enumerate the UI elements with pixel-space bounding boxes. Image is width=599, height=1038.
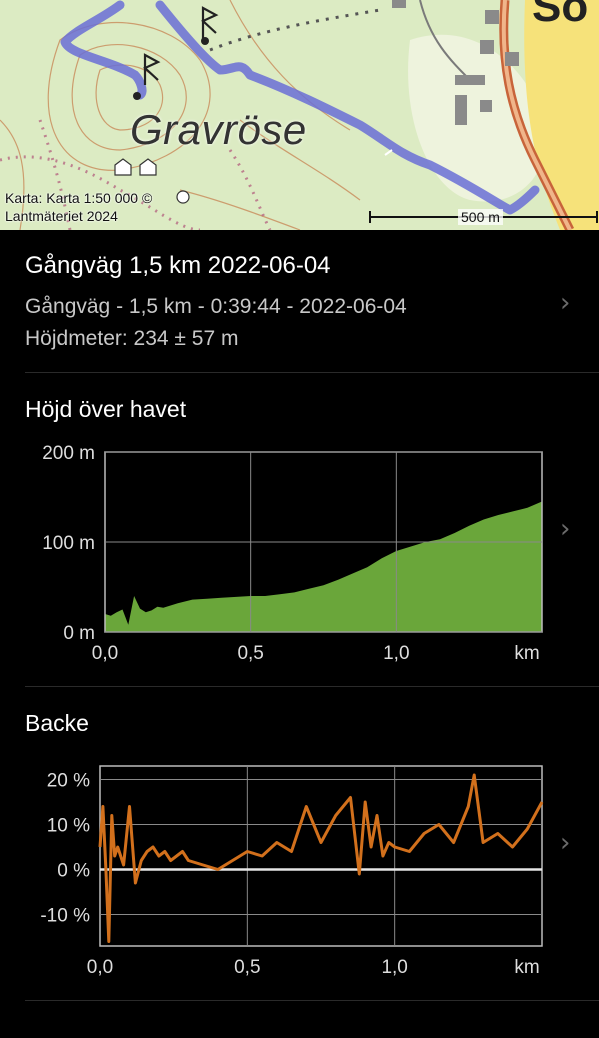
divider bbox=[25, 372, 599, 373]
slope-chart: 20 % 10 % 0 % -10 % 0,0 0,5 1,0 km bbox=[40, 765, 544, 978]
altitude-chart: 200 m 100 m 0 m0,0 0,5 1,0 km bbox=[42, 443, 543, 664]
altitude-area-series bbox=[105, 501, 542, 632]
map-attribution-line: Lantmäteriet 2024 bbox=[5, 208, 118, 224]
y-tick-label: -10 % bbox=[40, 906, 90, 927]
divider bbox=[25, 686, 599, 687]
y-tick-label: 200 m bbox=[42, 443, 95, 464]
altitude-chart-title: Höjd över havet bbox=[25, 396, 187, 422]
x-tick-label: 0,0 bbox=[92, 643, 118, 664]
chevron-right-icon: › bbox=[560, 828, 571, 858]
y-tick-label: 0 % bbox=[57, 861, 90, 882]
x-axis-unit-label: km bbox=[514, 957, 539, 978]
x-axis-unit-label: km bbox=[514, 643, 539, 664]
chevron-right-icon: › bbox=[560, 514, 571, 544]
y-tick-label: 100 m bbox=[42, 533, 95, 554]
map-view[interactable]: So Gravröse Karta: Karta 1:50 000 © Lant… bbox=[0, 0, 599, 230]
x-tick-label: 0,5 bbox=[237, 643, 263, 664]
x-tick-label: 0,5 bbox=[234, 957, 260, 978]
slope-line-series bbox=[98, 773, 544, 943]
map-place-label-corner: So bbox=[532, 0, 589, 31]
slope-chart-title: Backe bbox=[25, 710, 89, 736]
track-elevation-meters: Höjdmeter: 234 ± 57 m bbox=[25, 327, 239, 350]
y-tick-label: 0 m bbox=[63, 623, 95, 644]
x-tick-label: 0,0 bbox=[87, 957, 113, 978]
divider bbox=[25, 1000, 599, 1001]
chevron-right-icon: › bbox=[560, 288, 571, 318]
slope-section[interactable]: Backe 20 % 10 % 0 % -10 % 0,0 0,5 1,0 km › bbox=[0, 688, 599, 1003]
track-title: Gångväg 1,5 km 2022-06-04 bbox=[25, 252, 331, 279]
y-tick-label: 10 % bbox=[47, 816, 90, 837]
altitude-section[interactable]: Höjd över havet 200 m 100 m 0 m 0,0 0,5 1,0 km… bbox=[0, 374, 599, 688]
map-scale-label: 500 m bbox=[458, 209, 503, 225]
track-info-row[interactable]: Gångväg 1,5 km 2022-06-04 Gångväg - 1,5 … bbox=[0, 230, 599, 374]
map-attribution: Karta: Karta 1:50 000 © Lantmäteriet 202… bbox=[5, 189, 152, 225]
track-summary: Gångväg - 1,5 km - 0:39:44 - 2022-06-04 bbox=[25, 295, 407, 318]
map-attribution-line: Karta: Karta 1:50 000 © bbox=[5, 190, 153, 206]
x-tick-label: 1,0 bbox=[381, 957, 407, 978]
y-tick-label: 20 % bbox=[47, 771, 90, 792]
map-place-label: Gravröse bbox=[130, 106, 307, 153]
x-tick-label: 1,0 bbox=[383, 643, 409, 664]
